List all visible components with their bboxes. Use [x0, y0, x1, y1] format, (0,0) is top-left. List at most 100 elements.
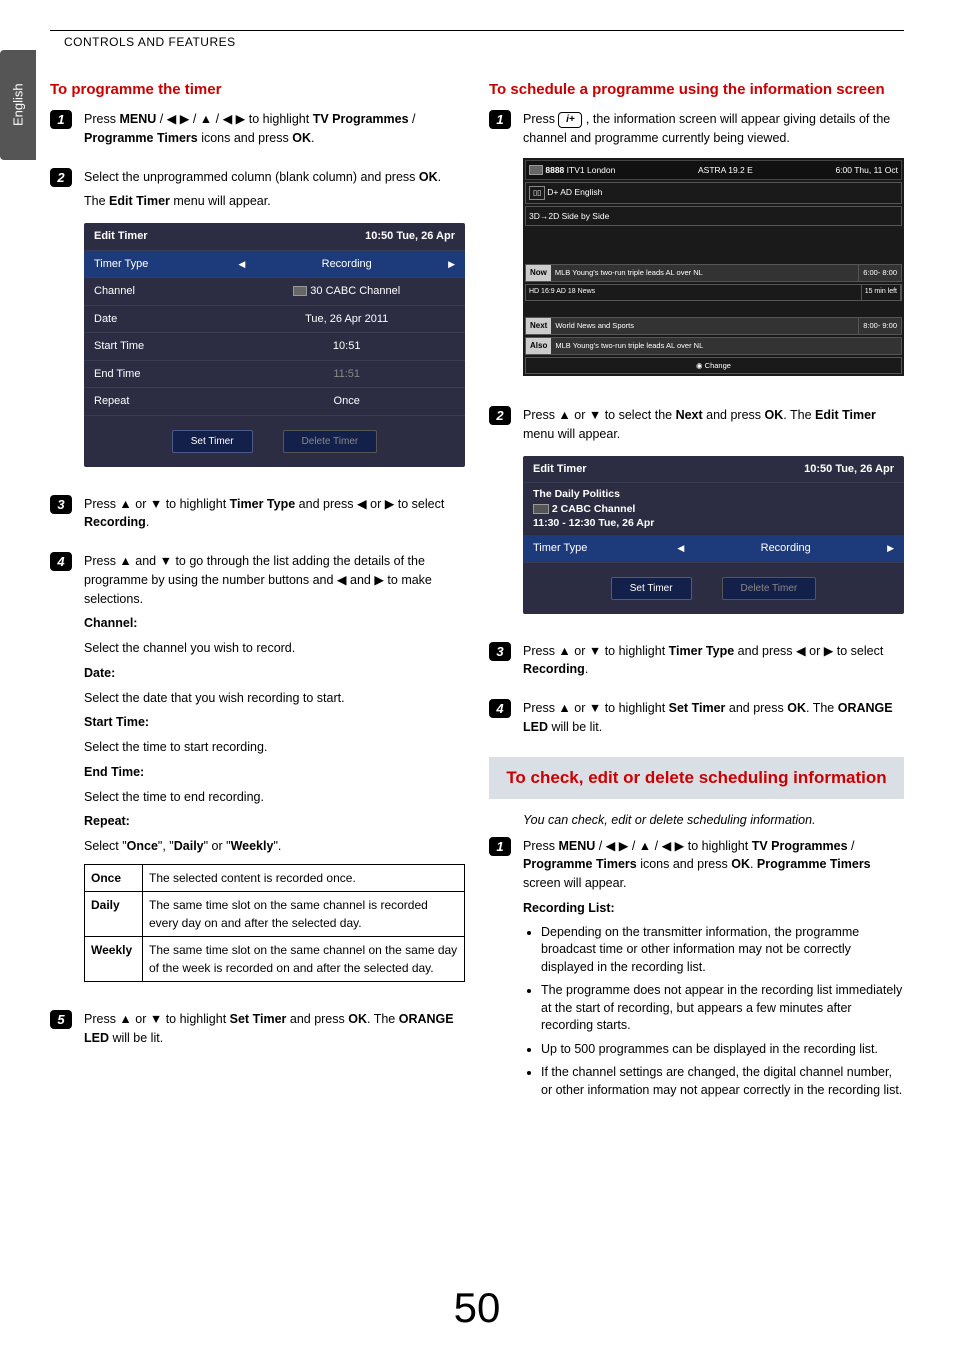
step-num-4-icon: 4	[50, 552, 72, 571]
text: .	[146, 515, 149, 529]
now-row[interactable]: Now MLB Young's two-run triple leads AL …	[525, 264, 902, 282]
thumb-icon	[529, 165, 543, 175]
text: Press	[523, 112, 558, 126]
date-heading: Date:	[84, 664, 465, 683]
timer-row-repeat[interactable]: Repeat Once	[84, 388, 465, 416]
edit-timer-title: Edit Timer	[94, 228, 148, 245]
delete-timer-button[interactable]: Delete Timer	[283, 430, 378, 453]
text: Press ▲ or ▼ to select the	[523, 408, 676, 422]
timer-row-channel[interactable]: Channel 30 CABC Channel	[84, 278, 465, 306]
end-time-heading: End Time:	[84, 763, 465, 782]
timer-row-timer-type[interactable]: Timer Type ◀ Recording ▶	[84, 251, 465, 279]
programme-timers-label: Programme Timers	[757, 857, 871, 871]
step-num-1-icon: 1	[489, 110, 511, 129]
step-num-1-icon: 1	[489, 837, 511, 856]
value: Tue, 26 Apr 2011	[238, 311, 455, 328]
also-tag: Also	[526, 338, 551, 354]
enter-icon: ◉	[696, 361, 703, 370]
text: The	[84, 194, 109, 208]
text: Select the time to start recording.	[84, 738, 465, 757]
now-title: MLB Young's two-run triple leads AL over…	[551, 265, 858, 281]
set-timer-button[interactable]: Set Timer	[611, 577, 692, 600]
next-row[interactable]: Next World News and Sports 8:00- 9:00	[525, 317, 902, 335]
label: Channel	[94, 283, 238, 300]
programme-timers-label: Programme Timers	[84, 131, 198, 145]
channel-label: 2 CABC Channel	[552, 503, 635, 515]
programme-timers-label: Programme Timers	[523, 857, 637, 871]
channel-heading: Channel:	[84, 614, 465, 633]
table-row: Weekly The same time slot on the same ch…	[85, 936, 465, 981]
recording-list-bullets: Depending on the transmitter information…	[523, 924, 904, 1100]
edit-timer-clock: 10:50 Tue, 26 Apr	[804, 461, 894, 478]
also-title: MLB Young's two-run triple leads AL over…	[551, 338, 901, 354]
right-step-3: 3 Press ▲ or ▼ to highlight Timer Type a…	[489, 642, 904, 686]
channel-thumb-icon	[533, 504, 549, 514]
text: menu will appear.	[170, 194, 271, 208]
edit-timer-panel-2: Edit Timer 10:50 Tue, 26 Apr The Daily P…	[523, 456, 904, 614]
section-check-edit-delete: To check, edit or delete scheduling info…	[489, 757, 904, 799]
left-column: To programme the timer 1 Press MENU / ◀ …	[50, 81, 465, 1119]
left-step-5: 5 Press ▲ or ▼ to highlight Set Timer an…	[50, 1010, 465, 1054]
satellite-name: ASTRA 19.2 E	[698, 164, 753, 177]
text: .	[585, 662, 588, 676]
page-number: 50	[0, 1284, 954, 1332]
3d-tags: 3D→2D Side by Side	[525, 206, 902, 227]
text: .	[438, 170, 441, 184]
text: Press ▲ or ▼ to highlight	[84, 497, 230, 511]
label: Date	[94, 311, 238, 328]
ok-key-label: OK	[731, 857, 750, 871]
step-num-5-icon: 5	[50, 1010, 72, 1029]
bottom-step-1: 1 Press MENU / ◀ ▶ / ▲ / ◀ ▶ to highligh…	[489, 837, 904, 1106]
delete-timer-button[interactable]: Delete Timer	[722, 577, 817, 600]
edit-timer-panel: Edit Timer 10:50 Tue, 26 Apr Timer Type …	[84, 223, 465, 467]
clock: 6:00 Thu, 11 Oct	[835, 164, 898, 177]
list-item: If the channel settings are changed, the…	[541, 1064, 904, 1099]
edit-timer-label: Edit Timer	[109, 194, 170, 208]
text: Press	[84, 112, 119, 126]
text: ", "	[158, 839, 174, 853]
left-step-1: 1 Press MENU / ◀ ▶ / ▲ / ◀ ▶ to highligh…	[50, 110, 465, 154]
text: / ◀ ▶ / ▲ / ◀ ▶ to highlight	[156, 112, 312, 126]
once-desc: The selected content is recorded once.	[143, 864, 465, 891]
chevron-right-icon[interactable]: ▶	[448, 258, 455, 272]
chevron-left-icon[interactable]: ◀	[238, 258, 245, 272]
value: 10:51	[238, 338, 455, 355]
timer-row-timer-type[interactable]: Timer Type ◀Recording▶	[523, 535, 904, 563]
header-section: CONTROLS AND FEATURES	[50, 35, 904, 49]
also-row[interactable]: Also MLB Young's two-run triple leads AL…	[525, 337, 902, 355]
text: and press	[725, 701, 787, 715]
text: Press ▲ and ▼ to go through the list add…	[84, 552, 465, 608]
value: Recording	[322, 258, 372, 270]
label: Timer Type	[94, 256, 238, 273]
ok-key-label: OK	[292, 131, 311, 145]
recording-label: Recording	[84, 515, 146, 529]
text: will be lit.	[548, 720, 602, 734]
label: End Time	[94, 366, 238, 383]
ok-key-label: OK	[787, 701, 806, 715]
text: Press ▲ or ▼ to highlight	[523, 644, 669, 658]
timer-row-date[interactable]: Date Tue, 26 Apr 2011	[84, 306, 465, 334]
ok-key-label: OK	[419, 170, 438, 184]
text: Press	[523, 839, 558, 853]
text: /	[848, 839, 855, 853]
edit-timer-label: Edit Timer	[815, 408, 876, 422]
table-row: Daily The same time slot on the same cha…	[85, 891, 465, 936]
chevron-left-icon[interactable]: ◀	[677, 542, 684, 556]
label: Start Time	[94, 338, 238, 355]
set-timer-button[interactable]: Set Timer	[172, 430, 253, 453]
text: Select the date that you wish recording …	[84, 689, 465, 708]
step-num-2-icon: 2	[50, 168, 72, 187]
step-num-3-icon: 3	[489, 642, 511, 661]
daily-key: Daily	[85, 891, 143, 936]
once-key: Once	[85, 864, 143, 891]
next-time: 8:00- 9:00	[858, 318, 901, 334]
edit-timer-title: Edit Timer	[533, 461, 587, 478]
timer-row-end[interactable]: End Time 11:51	[84, 361, 465, 389]
chevron-right-icon[interactable]: ▶	[887, 542, 894, 556]
ok-key-label: OK	[348, 1012, 367, 1026]
timer-row-start[interactable]: Start Time 10:51	[84, 333, 465, 361]
list-item: Depending on the transmitter information…	[541, 924, 904, 977]
header-rule	[50, 30, 904, 31]
menu-key-label: MENU	[119, 112, 156, 126]
now-tag: Now	[526, 265, 551, 281]
